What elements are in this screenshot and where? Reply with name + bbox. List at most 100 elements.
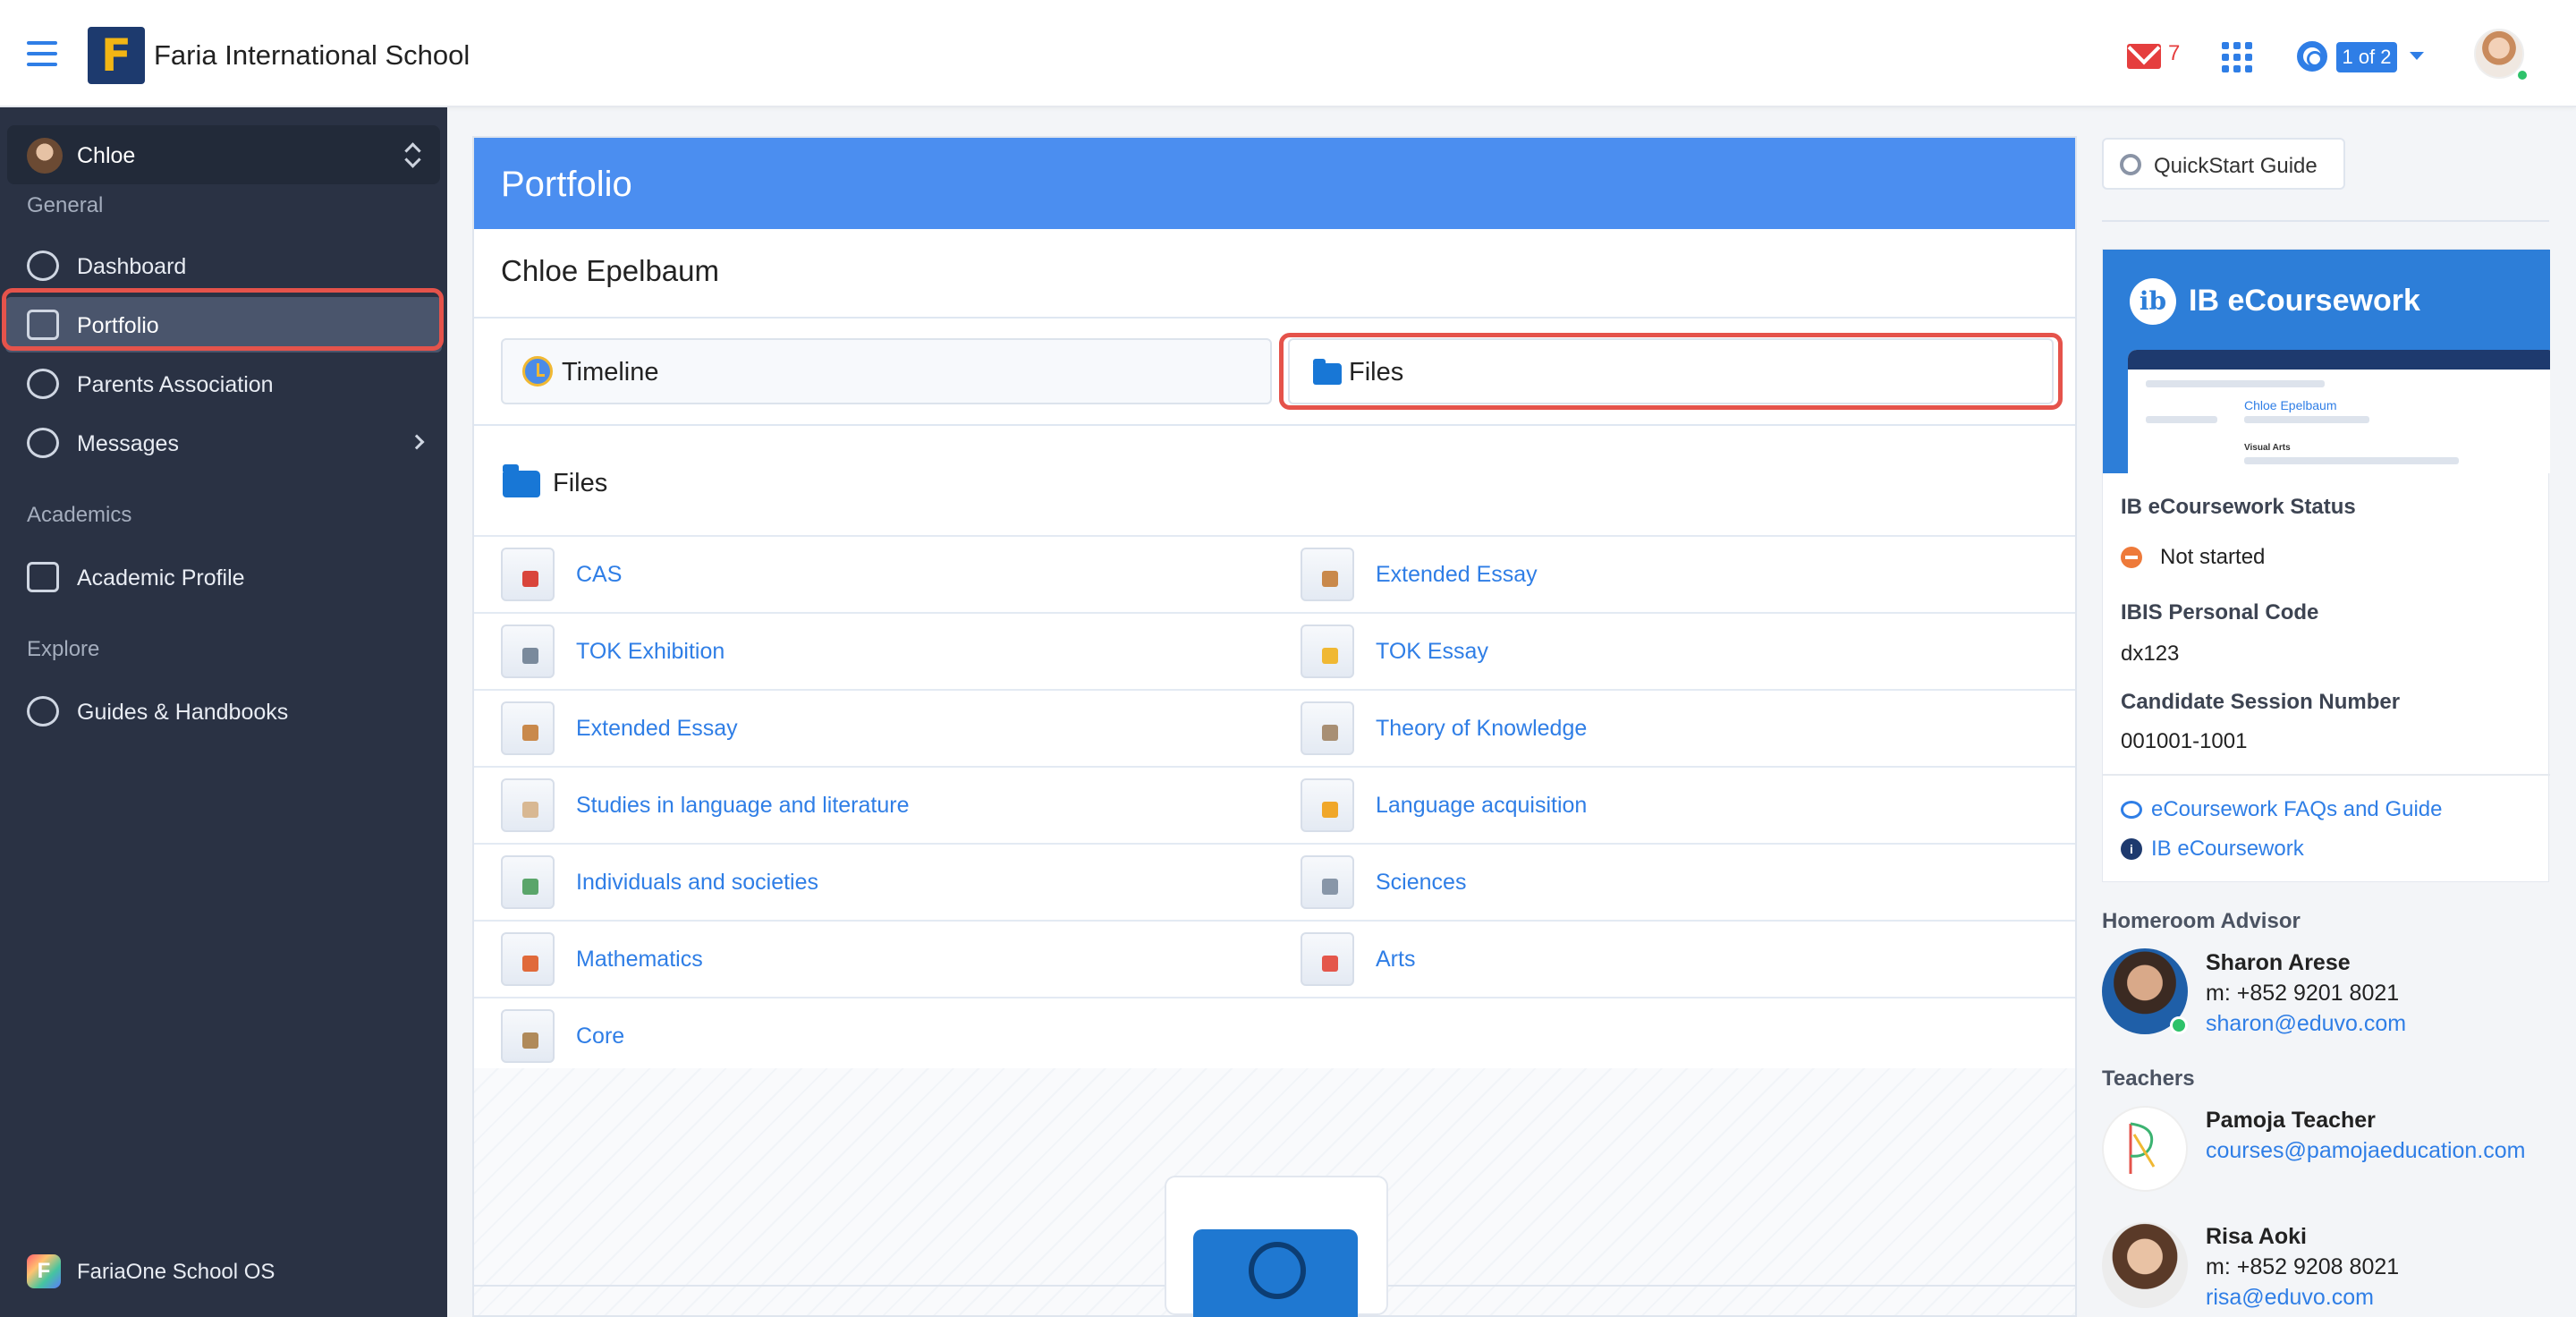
folder-link[interactable]: Core: [576, 1024, 624, 1049]
folder-link[interactable]: Individuals and societies: [576, 870, 818, 896]
theory-of-knowledge-folder-icon: [1301, 701, 1354, 755]
lifebuoy-icon: [2120, 154, 2141, 175]
folder-item-theory-of-knowledge[interactable]: Theory of Knowledge: [1274, 691, 2061, 766]
account-switch-badge[interactable]: 1 of 2: [2336, 42, 2397, 72]
tab-timeline[interactable]: Timeline: [501, 338, 1272, 404]
core-folder-icon: [501, 1009, 555, 1063]
folder-item-core[interactable]: Core: [474, 998, 1261, 1074]
teacher-email-link[interactable]: courses@pamojaeducation.com: [2206, 1138, 2526, 1164]
preview-line: [2146, 380, 2325, 387]
files-tab-highlight-annotation: [1279, 333, 2063, 410]
mathematics-folder-icon: [501, 932, 555, 986]
sidebar-item-label: Dashboard: [77, 254, 187, 279]
quickstart-guide-label: QuickStart Guide: [2154, 154, 2318, 178]
folder-icon: [503, 464, 540, 497]
folder-link[interactable]: Language acquisition: [1376, 793, 1587, 819]
mail-count-badge[interactable]: 7: [2168, 41, 2180, 66]
folder-link[interactable]: TOK Exhibition: [576, 639, 724, 665]
online-status-dot: [2170, 1016, 2188, 1034]
people-icon: [27, 369, 59, 399]
teacher-name: Pamoja Teacher: [2206, 1108, 2376, 1133]
folder-link[interactable]: Mathematics: [576, 947, 703, 973]
faria-os-link[interactable]: FariaOne School OS: [77, 1260, 275, 1285]
quickstart-guide-button[interactable]: QuickStart Guide: [2102, 138, 2345, 190]
preview-line: [2244, 416, 2369, 423]
globe-folder-icon: [1193, 1229, 1358, 1317]
folder-link[interactable]: Sciences: [1376, 870, 1466, 896]
folder-item-tok-essay[interactable]: TOK Essay: [1274, 614, 2061, 689]
advisor-name: Sharon Arese: [2206, 950, 2351, 975]
caret-down-icon[interactable]: [2410, 52, 2424, 60]
sidebar-item-label: Guides & Handbooks: [77, 700, 289, 725]
ib-ecoursework-link[interactable]: IB eCoursework: [2151, 837, 2304, 862]
sidebar-item-academic-profile[interactable]: Academic Profile: [5, 549, 442, 605]
folder-link[interactable]: Studies in language and literature: [576, 793, 910, 819]
chat-bubble-icon: [2121, 801, 2142, 819]
folder-item-extended-essay-2[interactable]: Extended Essay: [1274, 537, 2061, 612]
sidebar-item-guides-handbooks[interactable]: Guides & Handbooks: [5, 684, 442, 739]
homeroom-advisor-heading: Homeroom Advisor: [2102, 909, 2301, 933]
school-logo[interactable]: F: [88, 27, 145, 84]
apps-grid-icon[interactable]: [2222, 42, 2252, 72]
session-number-value: 001001-1001: [2121, 729, 2248, 753]
faria-os-logo-icon[interactable]: [27, 1254, 61, 1288]
mail-icon[interactable]: [2127, 44, 2161, 69]
folder-item-sciences[interactable]: Sciences: [1274, 845, 2061, 920]
preview-student-name: Chloe Epelbaum: [2244, 398, 2337, 412]
tab-label: Timeline: [562, 358, 659, 387]
sidebar-item-messages[interactable]: Messages: [5, 415, 442, 471]
ecoursework-faq-link[interactable]: eCoursework FAQs and Guide: [2151, 797, 2443, 822]
folder-link[interactable]: Extended Essay: [576, 716, 738, 742]
preview-toolbar: [2128, 350, 2550, 370]
cas-folder-icon: [501, 548, 555, 601]
teacher-avatar[interactable]: [2102, 1222, 2188, 1308]
ib-ecoursework-card: ib IB eCoursework Chloe Epelbaum Visual …: [2102, 249, 2550, 882]
ib-screenshot-preview: Chloe Epelbaum Visual Arts: [2128, 350, 2550, 473]
folder-item-mathematics[interactable]: Mathematics: [474, 922, 1261, 997]
sidebar-item-dashboard[interactable]: Dashboard: [5, 238, 442, 293]
ibis-code-value: dx123: [2121, 642, 2180, 666]
arts-folder-icon: [1301, 932, 1354, 986]
folder-item-tok-exhibition[interactable]: TOK Exhibition: [474, 614, 1261, 689]
files-heading: Files: [553, 469, 608, 497]
page-title: Portfolio: [501, 165, 632, 204]
sidebar-item-label: Academic Profile: [77, 565, 245, 591]
folder-item-arts[interactable]: Arts: [1274, 922, 2061, 997]
panel-header: Portfolio: [474, 138, 2075, 229]
document-icon: [27, 562, 59, 592]
preview-line: [2244, 457, 2459, 464]
sidebar-item-label: Parents Association: [77, 372, 274, 397]
school-name[interactable]: Faria International School: [154, 39, 470, 72]
folder-item-cas[interactable]: CAS: [474, 537, 1261, 612]
teacher-name: Risa Aoki: [2206, 1224, 2308, 1249]
folder-item-extended-essay[interactable]: Extended Essay: [474, 691, 1261, 766]
teacher-email-link[interactable]: risa@eduvo.com: [2206, 1285, 2374, 1311]
ibis-code-label: IBIS Personal Code: [2121, 600, 2319, 625]
ib-status-label: IB eCoursework Status: [2121, 495, 2356, 519]
advisor-phone: m: +852 9201 8021: [2206, 981, 2400, 1006]
teacher-phone: m: +852 9208 8021: [2206, 1254, 2400, 1279]
sidebar-item-parents-association[interactable]: Parents Association: [5, 356, 442, 412]
lifebuoy-icon[interactable]: [2297, 41, 2327, 72]
advisor-email-link[interactable]: sharon@eduvo.com: [2206, 1011, 2406, 1037]
folder-item-language-acquisition[interactable]: Language acquisition: [1274, 768, 2061, 843]
empty-state-card: [1165, 1176, 1388, 1317]
folder-link[interactable]: Extended Essay: [1376, 562, 1538, 588]
folder-item-studies-language-literature[interactable]: Studies in language and literature: [474, 768, 1261, 843]
folder-link[interactable]: Arts: [1376, 947, 1415, 973]
extended-essay-folder-icon: [501, 701, 555, 755]
section-label-explore: Explore: [27, 637, 100, 661]
user-switcher[interactable]: Chloe: [7, 125, 440, 184]
hamburger-menu-icon[interactable]: [27, 41, 57, 66]
ib-ecoursework-banner[interactable]: ib IB eCoursework Chloe Epelbaum Visual …: [2103, 250, 2550, 473]
chevron-right-icon: [409, 434, 425, 450]
ib-banner-title: IB eCoursework: [2189, 284, 2420, 318]
folder-item-individuals-societies[interactable]: Individuals and societies: [474, 845, 1261, 920]
folder-link[interactable]: CAS: [576, 562, 622, 588]
folder-link[interactable]: Theory of Knowledge: [1376, 716, 1587, 742]
logo-letter-icon: F: [100, 30, 132, 81]
pamoja-logo-avatar[interactable]: [2102, 1106, 2188, 1192]
ib-logo-small-icon: i: [2121, 838, 2142, 860]
top-bar: F Faria International School 7 1 of 2: [0, 0, 2576, 107]
folder-link[interactable]: TOK Essay: [1376, 639, 1488, 665]
